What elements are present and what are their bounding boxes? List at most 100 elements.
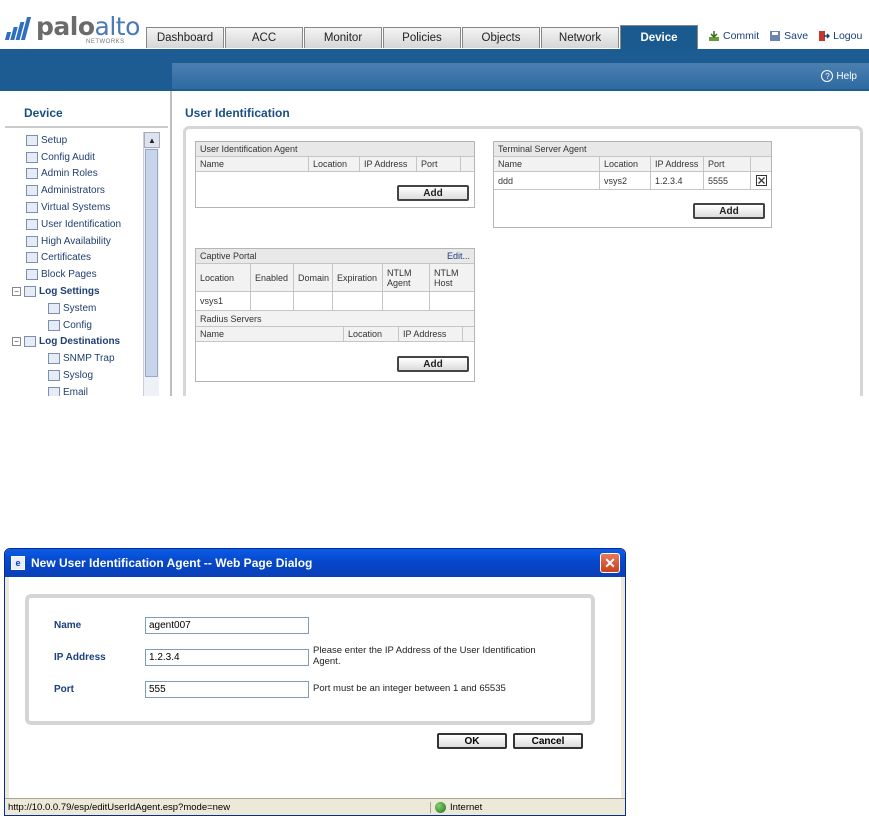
tree-item-setup[interactable]: Setup xyxy=(8,132,160,149)
ip-label: IP Address xyxy=(54,651,106,663)
column-header[interactable]: Name xyxy=(494,157,600,171)
administrators-icon xyxy=(26,185,38,197)
document-icon xyxy=(48,319,60,331)
column-header[interactable]: Expiration xyxy=(333,264,383,291)
tsa-panel: Terminal Server Agent Name Location IP A… xyxy=(493,141,772,228)
captive-portal-edit-link[interactable]: Edit... xyxy=(447,251,474,261)
column-header[interactable]: NTLM Agent xyxy=(383,264,430,291)
logout-button[interactable]: Logou xyxy=(818,30,862,42)
tree-item-administrators[interactable]: Administrators xyxy=(8,182,160,199)
column-header[interactable]: Enabled xyxy=(251,264,294,291)
uia-table-header: Name Location IP Address Port xyxy=(196,157,474,172)
logo-bars-icon xyxy=(4,14,34,40)
logout-icon xyxy=(819,31,831,41)
header-band-inner xyxy=(172,63,869,89)
scroll-up-arrow-icon[interactable]: ▲ xyxy=(144,132,160,148)
port-row: Port Port must be an integer between 1 a… xyxy=(29,679,589,699)
table-row[interactable]: vsys1 xyxy=(196,292,474,311)
status-bar: http://10.0.0.79/esp/editUserIdAgent.esp… xyxy=(5,798,625,815)
tree-item-high-availability[interactable]: High Availability xyxy=(8,233,160,250)
log-destinations-icon xyxy=(24,336,36,348)
column-header[interactable]: Location xyxy=(196,264,251,291)
radius-add-button[interactable]: Add xyxy=(397,356,469,372)
tree-item-log-settings[interactable]: − Log Settings xyxy=(8,283,160,300)
name-input[interactable] xyxy=(145,616,309,634)
device-nav-tree: Setup Config Audit Admin Roles Administr… xyxy=(8,132,160,396)
captive-portal-header: Location Enabled Domain Expiration NTLM … xyxy=(196,264,474,292)
document-icon xyxy=(48,353,60,365)
tab-policies[interactable]: Policies xyxy=(383,27,461,48)
tree-item-user-identification[interactable]: User Identification xyxy=(8,216,160,233)
tree-item-syslog[interactable]: Syslog xyxy=(8,367,160,384)
column-header[interactable]: Location xyxy=(600,157,651,171)
close-icon[interactable]: ✕ xyxy=(600,553,620,573)
tsa-panel-title: Terminal Server Agent xyxy=(494,142,771,157)
status-url: http://10.0.0.79/esp/editUserIdAgent.esp… xyxy=(8,802,231,813)
setup-icon xyxy=(26,134,38,146)
tab-acc[interactable]: ACC xyxy=(225,27,303,48)
column-header[interactable]: IP Address xyxy=(360,157,417,171)
tree-item-certificates[interactable]: Certificates xyxy=(8,250,160,267)
column-header[interactable]: IP Address xyxy=(399,327,463,341)
firewall-webui-screenshot: paloalto NETWORKS Dashboard ACC Monitor … xyxy=(0,0,869,396)
tab-device[interactable]: Device xyxy=(620,25,698,49)
dialog-titlebar[interactable]: e New User Identification Agent -- Web P… xyxy=(5,549,625,577)
tree-item-log-destinations[interactable]: − Log Destinations xyxy=(8,334,160,351)
commit-button[interactable]: Commit xyxy=(708,30,759,42)
captive-row-location: vsys1 xyxy=(196,292,251,310)
table-row[interactable]: ddd vsys2 1.2.3.4 5555 xyxy=(494,172,771,190)
tree-item-config-audit[interactable]: Config Audit xyxy=(8,149,160,166)
config-audit-icon xyxy=(26,151,38,163)
ip-address-input[interactable] xyxy=(145,648,309,666)
tsa-row-name-link[interactable]: ddd xyxy=(494,172,600,189)
column-header[interactable]: Name xyxy=(196,327,344,341)
tree-item-email[interactable]: Email xyxy=(8,384,160,396)
tsa-add-button[interactable]: Add xyxy=(693,203,765,219)
name-label: Name xyxy=(54,619,82,631)
column-header[interactable]: Domain xyxy=(294,264,333,291)
tab-monitor[interactable]: Monitor xyxy=(304,27,382,48)
uia-add-button[interactable]: Add xyxy=(397,185,469,201)
dialog-title: New User Identification Agent -- Web Pag… xyxy=(31,556,313,570)
captive-portal-title: Captive Portal Edit... xyxy=(196,249,474,264)
tree-item-admin-roles[interactable]: Admin Roles xyxy=(8,166,160,183)
column-header[interactable]: Location xyxy=(344,327,399,341)
port-input[interactable] xyxy=(145,680,309,698)
column-header[interactable]: Name xyxy=(196,157,309,171)
scrollbar-thumb[interactable] xyxy=(145,149,158,377)
tree-item-system[interactable]: System xyxy=(8,300,160,317)
tree-scrollbar[interactable]: ▲ xyxy=(143,132,160,396)
tree-item-virtual-systems[interactable]: Virtual Systems xyxy=(8,199,160,216)
column-header[interactable]: Port xyxy=(704,157,751,171)
ip-help-text: Please enter the IP Address of the User … xyxy=(313,645,536,667)
tree-item-block-pages[interactable]: Block Pages xyxy=(8,266,160,283)
document-icon xyxy=(48,370,60,382)
tsa-row-port: 5555 xyxy=(704,172,751,189)
top-actions: Commit Save Logou xyxy=(708,30,862,42)
tree-item-config[interactable]: Config xyxy=(8,317,160,334)
tree-item-snmp-trap[interactable]: SNMP Trap xyxy=(8,350,160,367)
panel-divider xyxy=(170,91,172,396)
column-header[interactable]: Port xyxy=(417,157,461,171)
tsa-table-header: Name Location IP Address Port xyxy=(494,157,771,172)
tab-dashboard[interactable]: Dashboard xyxy=(146,27,224,48)
save-button[interactable]: Save xyxy=(769,30,808,42)
cancel-button[interactable]: Cancel xyxy=(513,733,583,749)
column-header[interactable]: Location xyxy=(309,157,360,171)
tab-objects[interactable]: Objects xyxy=(462,27,540,48)
port-label: Port xyxy=(54,683,74,695)
delete-icon[interactable] xyxy=(755,175,767,186)
agent-form: Name IP Address Please enter the IP Addr… xyxy=(25,594,595,725)
tab-network[interactable]: Network xyxy=(541,27,619,48)
ok-button[interactable]: OK xyxy=(437,733,507,749)
security-zone: Internet xyxy=(430,802,482,813)
column-header[interactable]: NTLM Host xyxy=(430,264,474,291)
uia-panel-title: User Identification Agent xyxy=(196,142,474,157)
help-link[interactable]: ? Help xyxy=(821,70,857,82)
admin-roles-icon xyxy=(26,168,38,180)
ip-row: IP Address Please enter the IP Address o… xyxy=(29,645,589,667)
collapse-icon[interactable]: − xyxy=(12,287,21,297)
collapse-icon[interactable]: − xyxy=(12,337,21,347)
column-header[interactable]: IP Address xyxy=(651,157,704,171)
port-help-text: Port must be an integer between 1 and 65… xyxy=(313,683,506,694)
